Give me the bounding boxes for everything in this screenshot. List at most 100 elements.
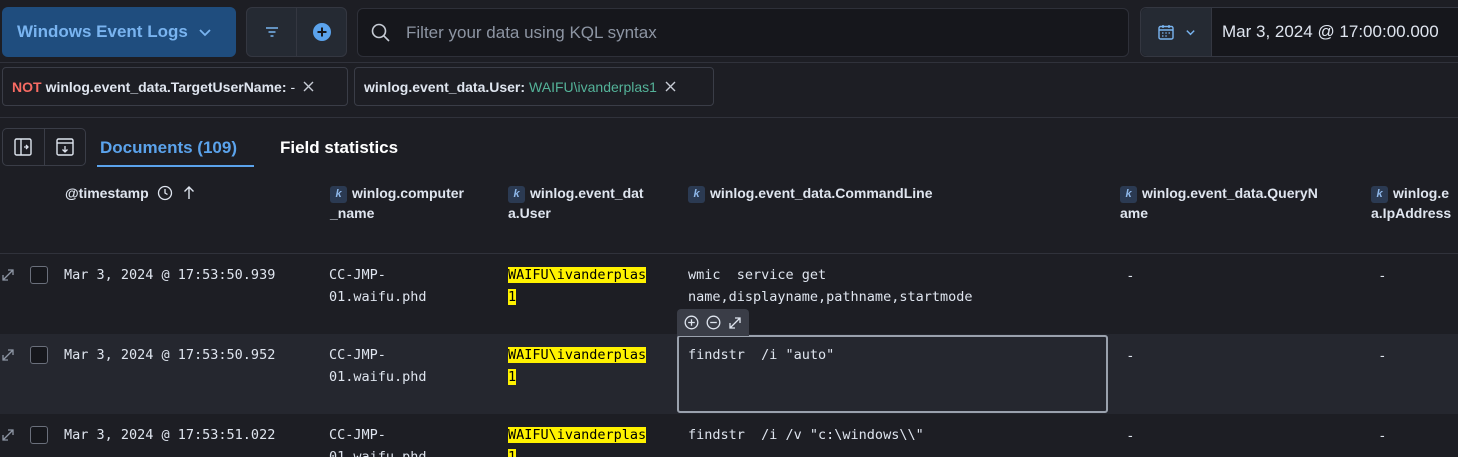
divider [0,62,1458,63]
cell-computer-name: CC-JMP- 01.waifu.phd [329,264,427,308]
kql-search-input[interactable] [404,21,1108,44]
search-highlight: 1 [508,289,517,305]
keyword-type-icon: k [688,186,705,203]
calendar-icon [1157,25,1174,40]
cell-line: name,displayname,pathname,startmode [688,289,973,305]
query-menu-button[interactable] [247,8,296,56]
filter-field: winlog.event_data.TargetUserName: [45,78,287,95]
toggle-histogram-button[interactable] [43,129,86,165]
add-filter-button[interactable] [296,8,346,56]
search-highlight: WAIFU\ivanderplas [508,347,647,363]
cell-line: 01.waifu.phd [329,369,427,385]
expand-icon[interactable] [1,428,15,442]
cell-computer-name: CC-JMP- 01.waifu.phd [329,424,427,457]
column-header-timestamp[interactable]: @timestamp [65,183,196,203]
filter-for-value-icon[interactable] [684,315,699,330]
cell-line: CC-JMP- [329,267,386,283]
column-title: winlog.event_data.QueryN [1142,185,1318,201]
expand-icon[interactable] [1,348,15,362]
cell-timestamp: Mar 3, 2024 @ 17:53:50.939 [64,267,276,283]
sidebar-toggle-icon [14,138,32,156]
column-title-cont: _name [330,205,375,221]
cell-line: findstr /i /v "c:\windows\\" [688,427,924,443]
clock-icon [157,185,172,201]
arrow-up-icon[interactable] [182,185,196,201]
quick-date-menu-button[interactable] [1141,8,1212,56]
column-title: winlog.event_data.CommandLine [710,185,933,201]
cell-command-line: wmic service get name,displayname,pathna… [688,264,972,308]
negate-label: NOT [12,78,42,95]
cell-timestamp: Mar 3, 2024 @ 17:53:50.952 [64,347,276,363]
cell-query-name: - [1128,427,1133,443]
cell-ip-address: - [1380,347,1385,363]
keyword-type-icon: k [1120,186,1137,203]
expand-icon[interactable] [728,316,742,330]
expand-icon[interactable] [1,268,15,282]
tab-documents[interactable]: Documents (109) [100,138,237,158]
dataview-label: Windows Event Logs [17,22,188,41]
kql-search-bar [357,8,1129,57]
search-icon [371,23,390,42]
column-title-cont: a.IpAddress [1371,205,1452,221]
cell-ip-address: - [1380,267,1385,283]
search-highlight: 1 [508,369,517,385]
filter-pill-user[interactable]: winlog.event_data.User: WAIFU\ivanderpla… [354,67,714,106]
plus-circle-icon [312,23,331,41]
row-checkbox[interactable] [30,426,48,444]
date-picker: Mar 3, 2024 @ 17:00:00.000 [1140,7,1458,57]
search-highlight: 1 [508,449,517,457]
filter-value: - [290,78,296,95]
column-header-computer-name[interactable]: k winlog.computer _name [330,183,500,223]
toggle-sidebar-button[interactable] [3,129,44,165]
column-title-cont: ame [1120,205,1149,221]
keyword-type-icon: k [1371,186,1388,203]
cell-query-name: - [1128,347,1133,363]
search-highlight: WAIFU\ivanderplas [508,267,647,283]
cell-line: 01.waifu.phd [329,449,427,457]
cell-user: WAIFU\ivanderplas 1 [508,424,647,457]
query-menu-group [246,7,347,57]
close-icon[interactable] [665,81,676,92]
column-title: @timestamp [65,185,149,201]
cell-line: CC-JMP- [329,347,386,363]
cell-line: CC-JMP- [329,427,386,443]
cell-query-name: - [1128,267,1133,283]
row-checkbox[interactable] [30,346,48,364]
tab-field-statistics[interactable]: Field statistics [280,138,398,158]
column-header-ip-address[interactable]: k winlog.e a.IpAddress [1371,183,1458,223]
column-title: winlog.e [1393,185,1449,201]
table-row[interactable]: Mar 3, 2024 @ 17:53:51.022 CC-JMP- 01.wa… [0,414,1458,457]
filter-field: winlog.event_data.User: [364,78,526,95]
divider [0,117,1458,118]
column-title-cont: a.User [508,205,551,221]
cell-ip-address: - [1380,427,1385,443]
cell-computer-name: CC-JMP- 01.waifu.phd [329,344,427,388]
column-title: winlog.event_dat [530,185,644,201]
panel-toggle-group [2,128,86,166]
dataview-picker-button[interactable]: Windows Event Logs [2,7,236,57]
filter-lines-icon [265,27,278,37]
cell-user: WAIFU\ivanderplas 1 [508,344,647,388]
cell-line: wmic service get [688,267,827,283]
cell-timestamp: Mar 3, 2024 @ 17:53:51.022 [64,427,276,443]
close-icon[interactable] [303,81,314,92]
search-highlight: WAIFU\ivanderplas [508,427,647,443]
cell-user: WAIFU\ivanderplas 1 [508,264,647,308]
keyword-type-icon: k [330,186,347,203]
filter-out-value-icon[interactable] [706,315,721,330]
focused-cell-outline [677,335,1108,413]
filter-value: WAIFU\ivanderplas1 [529,78,657,95]
chevron-down-icon [1185,29,1195,35]
column-header-command-line[interactable]: k winlog.event_data.CommandLine [688,183,932,203]
row-checkbox[interactable] [30,266,48,284]
column-header-query-name[interactable]: k winlog.event_data.QueryN ame [1120,183,1360,223]
start-date[interactable]: Mar 3, 2024 @ 17:00:00.000 [1222,22,1439,42]
column-title: winlog.computer [352,185,464,201]
cell-actions-popover [677,309,749,336]
keyword-type-icon: k [508,186,525,203]
cell-line: 01.waifu.phd [329,289,427,305]
tab-active-indicator [97,165,254,167]
column-header-user[interactable]: k winlog.event_dat a.User [508,183,678,223]
cell-command-line: findstr /i /v "c:\windows\\" [688,424,924,446]
filter-pill-target-username[interactable]: NOT winlog.event_data.TargetUserName: - [2,67,348,106]
